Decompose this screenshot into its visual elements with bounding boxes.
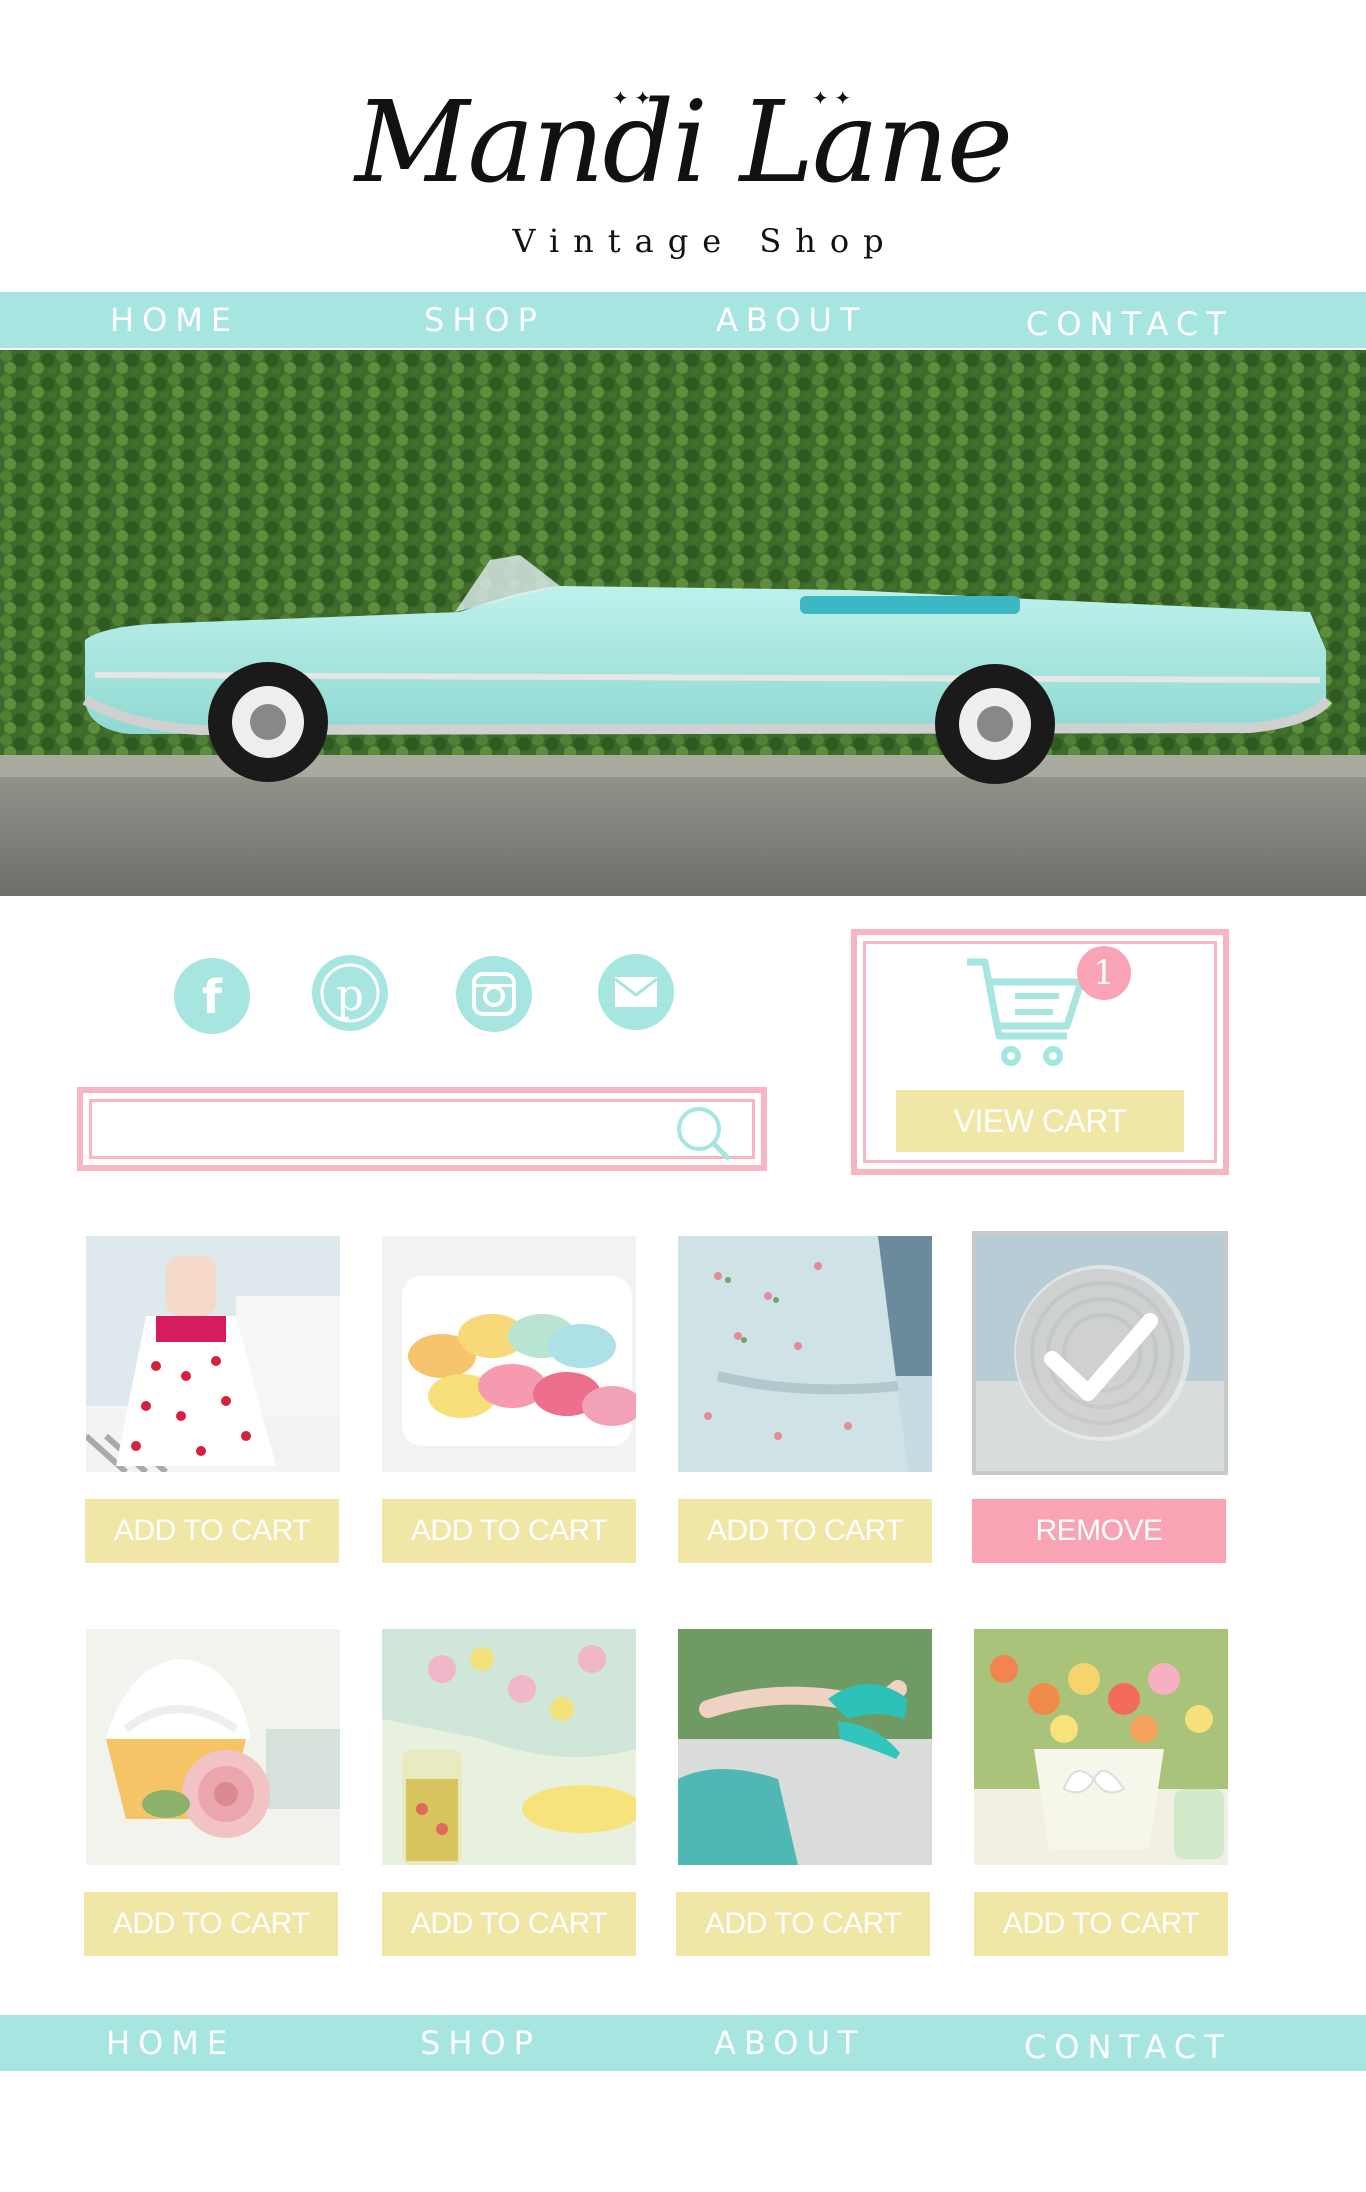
logo-stars-icon-2: ✦ ✦ — [812, 88, 852, 110]
add-to-cart-button[interactable]: ADD TO CART — [382, 1892, 636, 1956]
lemonade-picnic-photo — [382, 1629, 636, 1865]
flower-bucket-photo — [974, 1629, 1228, 1865]
add-to-cart-button[interactable]: ADD TO CART — [678, 1499, 932, 1563]
nav-contact[interactable]: CONTACT — [1026, 296, 1234, 352]
product-image-floral-dress[interactable] — [678, 1236, 932, 1472]
nav-home[interactable]: HOME — [110, 292, 239, 348]
remove-from-cart-button[interactable]: REMOVE — [972, 1499, 1226, 1563]
product-image-macarons[interactable] — [382, 1236, 636, 1472]
polka-dot-dress-photo — [86, 1236, 340, 1472]
checkmark-icon — [1044, 1313, 1158, 1401]
nav-shop[interactable]: SHOP — [424, 292, 545, 348]
add-to-cart-button[interactable]: ADD TO CART — [974, 1892, 1228, 1956]
search-icon[interactable] — [673, 1103, 737, 1167]
product-image-cupcake[interactable] — [86, 1629, 340, 1865]
turquoise-heels-photo — [678, 1629, 932, 1865]
floral-blue-dress-photo — [678, 1236, 932, 1472]
product-image-heels[interactable] — [678, 1629, 932, 1865]
cupcake-rose-photo — [86, 1629, 340, 1865]
logo-stars-icon: ✦ ✦ — [612, 88, 652, 110]
product-image-lemonade[interactable] — [382, 1629, 636, 1865]
nav-home[interactable]: HOME — [106, 2015, 235, 2071]
shopping-cart-icon[interactable] — [963, 958, 1083, 1068]
top-nav: HOME SHOP ABOUT CONTACT — [0, 292, 1366, 348]
nav-shop[interactable]: SHOP — [420, 2015, 541, 2071]
cart-count-badge: 1 — [1077, 946, 1131, 1000]
pinterest-icon[interactable]: p — [312, 955, 388, 1031]
nav-about[interactable]: ABOUT — [714, 2015, 865, 2071]
instagram-icon[interactable] — [456, 956, 532, 1032]
product-image-hat-selected[interactable] — [972, 1231, 1228, 1475]
nav-about[interactable]: ABOUT — [716, 292, 867, 348]
add-to-cart-button[interactable]: ADD TO CART — [85, 1499, 339, 1563]
search-input[interactable] — [99, 1107, 663, 1153]
nav-contact[interactable]: CONTACT — [1024, 2019, 1232, 2075]
brand-logo[interactable]: Mandi Lane — [0, 68, 1366, 218]
svg-text:f: f — [202, 970, 223, 1024]
bottom-nav: HOME SHOP ABOUT CONTACT — [0, 2015, 1366, 2071]
view-cart-button[interactable]: VIEW CART — [896, 1090, 1184, 1152]
svg-text:p: p — [336, 970, 364, 1021]
macarons-photo — [382, 1236, 636, 1472]
hero-image — [0, 350, 1366, 896]
email-icon[interactable] — [598, 954, 674, 1030]
add-to-cart-button[interactable]: ADD TO CART — [676, 1892, 930, 1956]
facebook-icon[interactable]: f — [174, 958, 250, 1034]
product-image-polka-dress[interactable] — [86, 1236, 340, 1472]
brand-tagline: Vintage Shop — [512, 222, 898, 260]
add-to-cart-button[interactable]: ADD TO CART — [84, 1892, 338, 1956]
search-box — [77, 1087, 767, 1171]
add-to-cart-button[interactable]: ADD TO CART — [382, 1499, 636, 1563]
product-image-flowers[interactable] — [974, 1629, 1228, 1865]
vintage-car-photo — [0, 350, 1366, 896]
